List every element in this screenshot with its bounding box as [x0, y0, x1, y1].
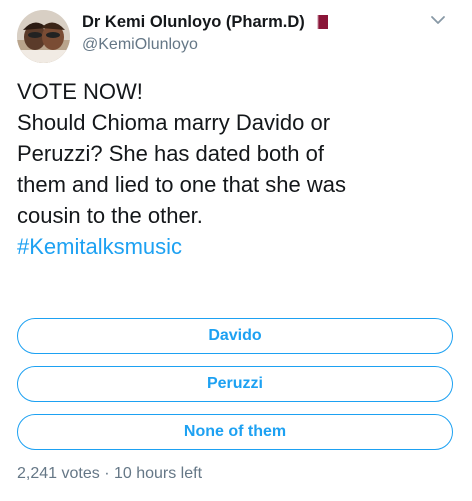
tweet-text: VOTE NOW! Should Chioma marry Davido or …	[17, 76, 462, 262]
avatar-photo	[17, 10, 70, 63]
display-name[interactable]: Dr Kemi Olunloyo (Pharm.D)	[82, 13, 305, 32]
tweet: Dr Kemi Olunloyo (Pharm.D) @KemiOlunloyo…	[0, 0, 472, 501]
tweet-line: them and lied to one that she was	[17, 172, 346, 197]
avatar[interactable]	[17, 10, 70, 63]
tweet-line: Peruzzi? She has dated both of	[17, 141, 324, 166]
poll-meta: 2,241 votes · 10 hours left	[17, 465, 202, 483]
tweet-line: VOTE NOW!	[17, 79, 143, 104]
poll-option-peruzzi[interactable]: Peruzzi	[17, 366, 453, 402]
chevron-down-icon[interactable]	[430, 13, 446, 25]
tweet-line: cousin to the other.	[17, 203, 203, 228]
poll-separator: ·	[104, 465, 110, 482]
tweet-line: Should Chioma marry Davido or	[17, 110, 331, 135]
author-name-row[interactable]: Dr Kemi Olunloyo (Pharm.D)	[82, 11, 328, 33]
hashtag-link[interactable]: #Kemitalksmusic	[17, 231, 462, 262]
poll-time-left: 10 hours left	[113, 465, 203, 482]
poll: Davido Peruzzi None of them	[17, 318, 453, 462]
poll-option-none[interactable]: None of them	[17, 414, 453, 450]
qatar-flag-icon	[311, 15, 328, 29]
poll-vote-count: 2,241 votes	[17, 465, 100, 482]
author-handle[interactable]: @KemiOlunloyo	[82, 36, 198, 54]
poll-option-davido[interactable]: Davido	[17, 318, 453, 354]
